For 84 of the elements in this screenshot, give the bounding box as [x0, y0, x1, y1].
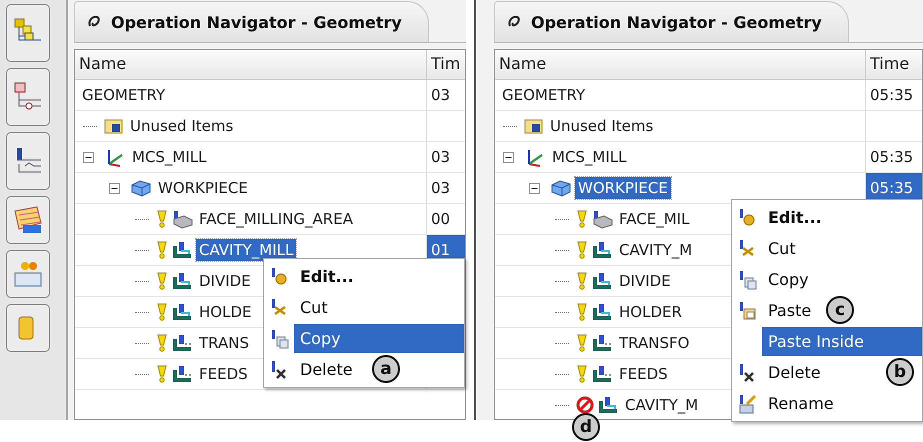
folder-icon — [524, 117, 544, 135]
callout-label: d — [572, 413, 600, 441]
tree-item[interactable]: FACE_MILLING_AREA — [196, 208, 356, 230]
menu-item[interactable]: Rename — [762, 389, 840, 418]
column-header[interactable]: Name — [75, 50, 427, 79]
tree-item[interactable]: FEEDS — [616, 363, 671, 385]
menu-item[interactable]: Edit... — [294, 262, 360, 291]
toolbar-button[interactable] — [6, 250, 50, 298]
cavity-mill-icon — [591, 271, 613, 291]
collapse-icon[interactable] — [109, 182, 120, 194]
menu-item[interactable]: Paste — [762, 296, 818, 325]
edit-icon — [269, 266, 289, 286]
menu-item[interactable]: Copy — [294, 324, 464, 353]
cavity-mill-icon — [171, 302, 193, 322]
menu-item[interactable]: Delete — [762, 358, 827, 387]
tree-item[interactable]: DIVIDE — [196, 270, 254, 292]
menu-item[interactable]: Cut — [294, 293, 334, 322]
toolbar-button[interactable] — [6, 4, 50, 62]
time-cell: 03 — [431, 179, 450, 197]
column-header[interactable]: Time — [866, 50, 922, 79]
tree-item[interactable]: GEOMETRY — [79, 84, 168, 106]
navigator-tab[interactable]: Operation Navigator - Geometry — [74, 1, 429, 42]
time-cell: 05:35 — [870, 86, 914, 104]
collapse-icon[interactable] — [83, 152, 94, 162]
tree-item[interactable]: Unused Items — [547, 115, 656, 137]
tree-item[interactable]: WORKPIECE — [155, 177, 251, 199]
navigator-icon — [507, 15, 521, 29]
column-header[interactable]: Tim — [427, 50, 465, 79]
tree-item[interactable]: CAVITY_M — [622, 394, 702, 416]
cavity-mill-icon — [591, 302, 613, 322]
toolbar-button[interactable] — [6, 196, 50, 244]
edit-icon — [737, 208, 757, 228]
block-icon — [550, 178, 572, 198]
tree-item[interactable]: CAVITY_M — [616, 239, 696, 261]
navigator-icon — [87, 15, 101, 29]
toolbar-button[interactable] — [6, 304, 50, 352]
time-cell: 01 — [431, 241, 450, 259]
tree-item[interactable]: GEOMETRY — [499, 84, 588, 106]
tree-item[interactable]: FEEDS — [196, 363, 251, 385]
cavity-mill-icon — [597, 395, 619, 415]
collapse-icon[interactable] — [503, 152, 514, 162]
toolbar-button[interactable] — [6, 68, 50, 126]
toolbar-button[interactable] — [6, 132, 50, 190]
delete-icon — [269, 360, 289, 380]
time-cell: 05:35 — [870, 179, 914, 197]
copy-icon — [737, 270, 757, 290]
tree-item[interactable]: HOLDER — [616, 301, 685, 323]
menu-item[interactable]: Edit... — [762, 203, 828, 232]
block-icon — [130, 178, 152, 198]
navigator-tab[interactable]: Operation Navigator - Geometry — [494, 1, 849, 42]
tree-item[interactable]: TRANSFO — [616, 332, 692, 354]
column-header[interactable]: Name — [495, 50, 866, 79]
menu-item[interactable]: Paste Inside — [762, 327, 922, 356]
tree-item[interactable]: HOLDE — [196, 301, 254, 323]
tree-item[interactable]: FACE_MIL — [616, 208, 692, 230]
collapse-icon[interactable] — [529, 182, 540, 194]
time-cell: 05:35 — [870, 148, 914, 166]
cavity-mill-icon — [171, 271, 193, 291]
tree-item[interactable]: MCS_MILL — [549, 146, 630, 168]
transform-icon — [171, 333, 193, 353]
cavity-mill-icon — [171, 240, 193, 260]
paste-icon — [737, 300, 757, 320]
tree-item[interactable]: WORKPIECE — [575, 177, 671, 199]
transform-icon — [591, 333, 613, 353]
copy-icon — [269, 328, 289, 348]
cavity-mill-icon — [591, 240, 613, 260]
face-mill-icon — [171, 209, 193, 229]
tree-item[interactable]: TRANS — [196, 332, 252, 354]
transform-icon — [591, 364, 613, 384]
delete-icon — [737, 362, 757, 382]
tree-item[interactable]: Unused Items — [127, 115, 236, 137]
transform-icon — [171, 364, 193, 384]
menu-item[interactable]: Copy — [762, 265, 815, 294]
menu-item[interactable]: Delete — [294, 355, 359, 384]
time-cell: 00 — [431, 210, 450, 228]
rename-icon — [737, 394, 757, 414]
tree-item[interactable]: DIVIDE — [616, 270, 674, 292]
menu-item[interactable]: Cut — [762, 234, 802, 263]
tree-item[interactable]: CAVITY_MILL — [196, 239, 296, 261]
folder-icon — [104, 117, 124, 135]
time-cell: 03 — [431, 148, 450, 166]
tree-item[interactable]: MCS_MILL — [129, 146, 210, 168]
face-mill-icon — [591, 209, 613, 229]
time-cell: 03 — [431, 86, 450, 104]
